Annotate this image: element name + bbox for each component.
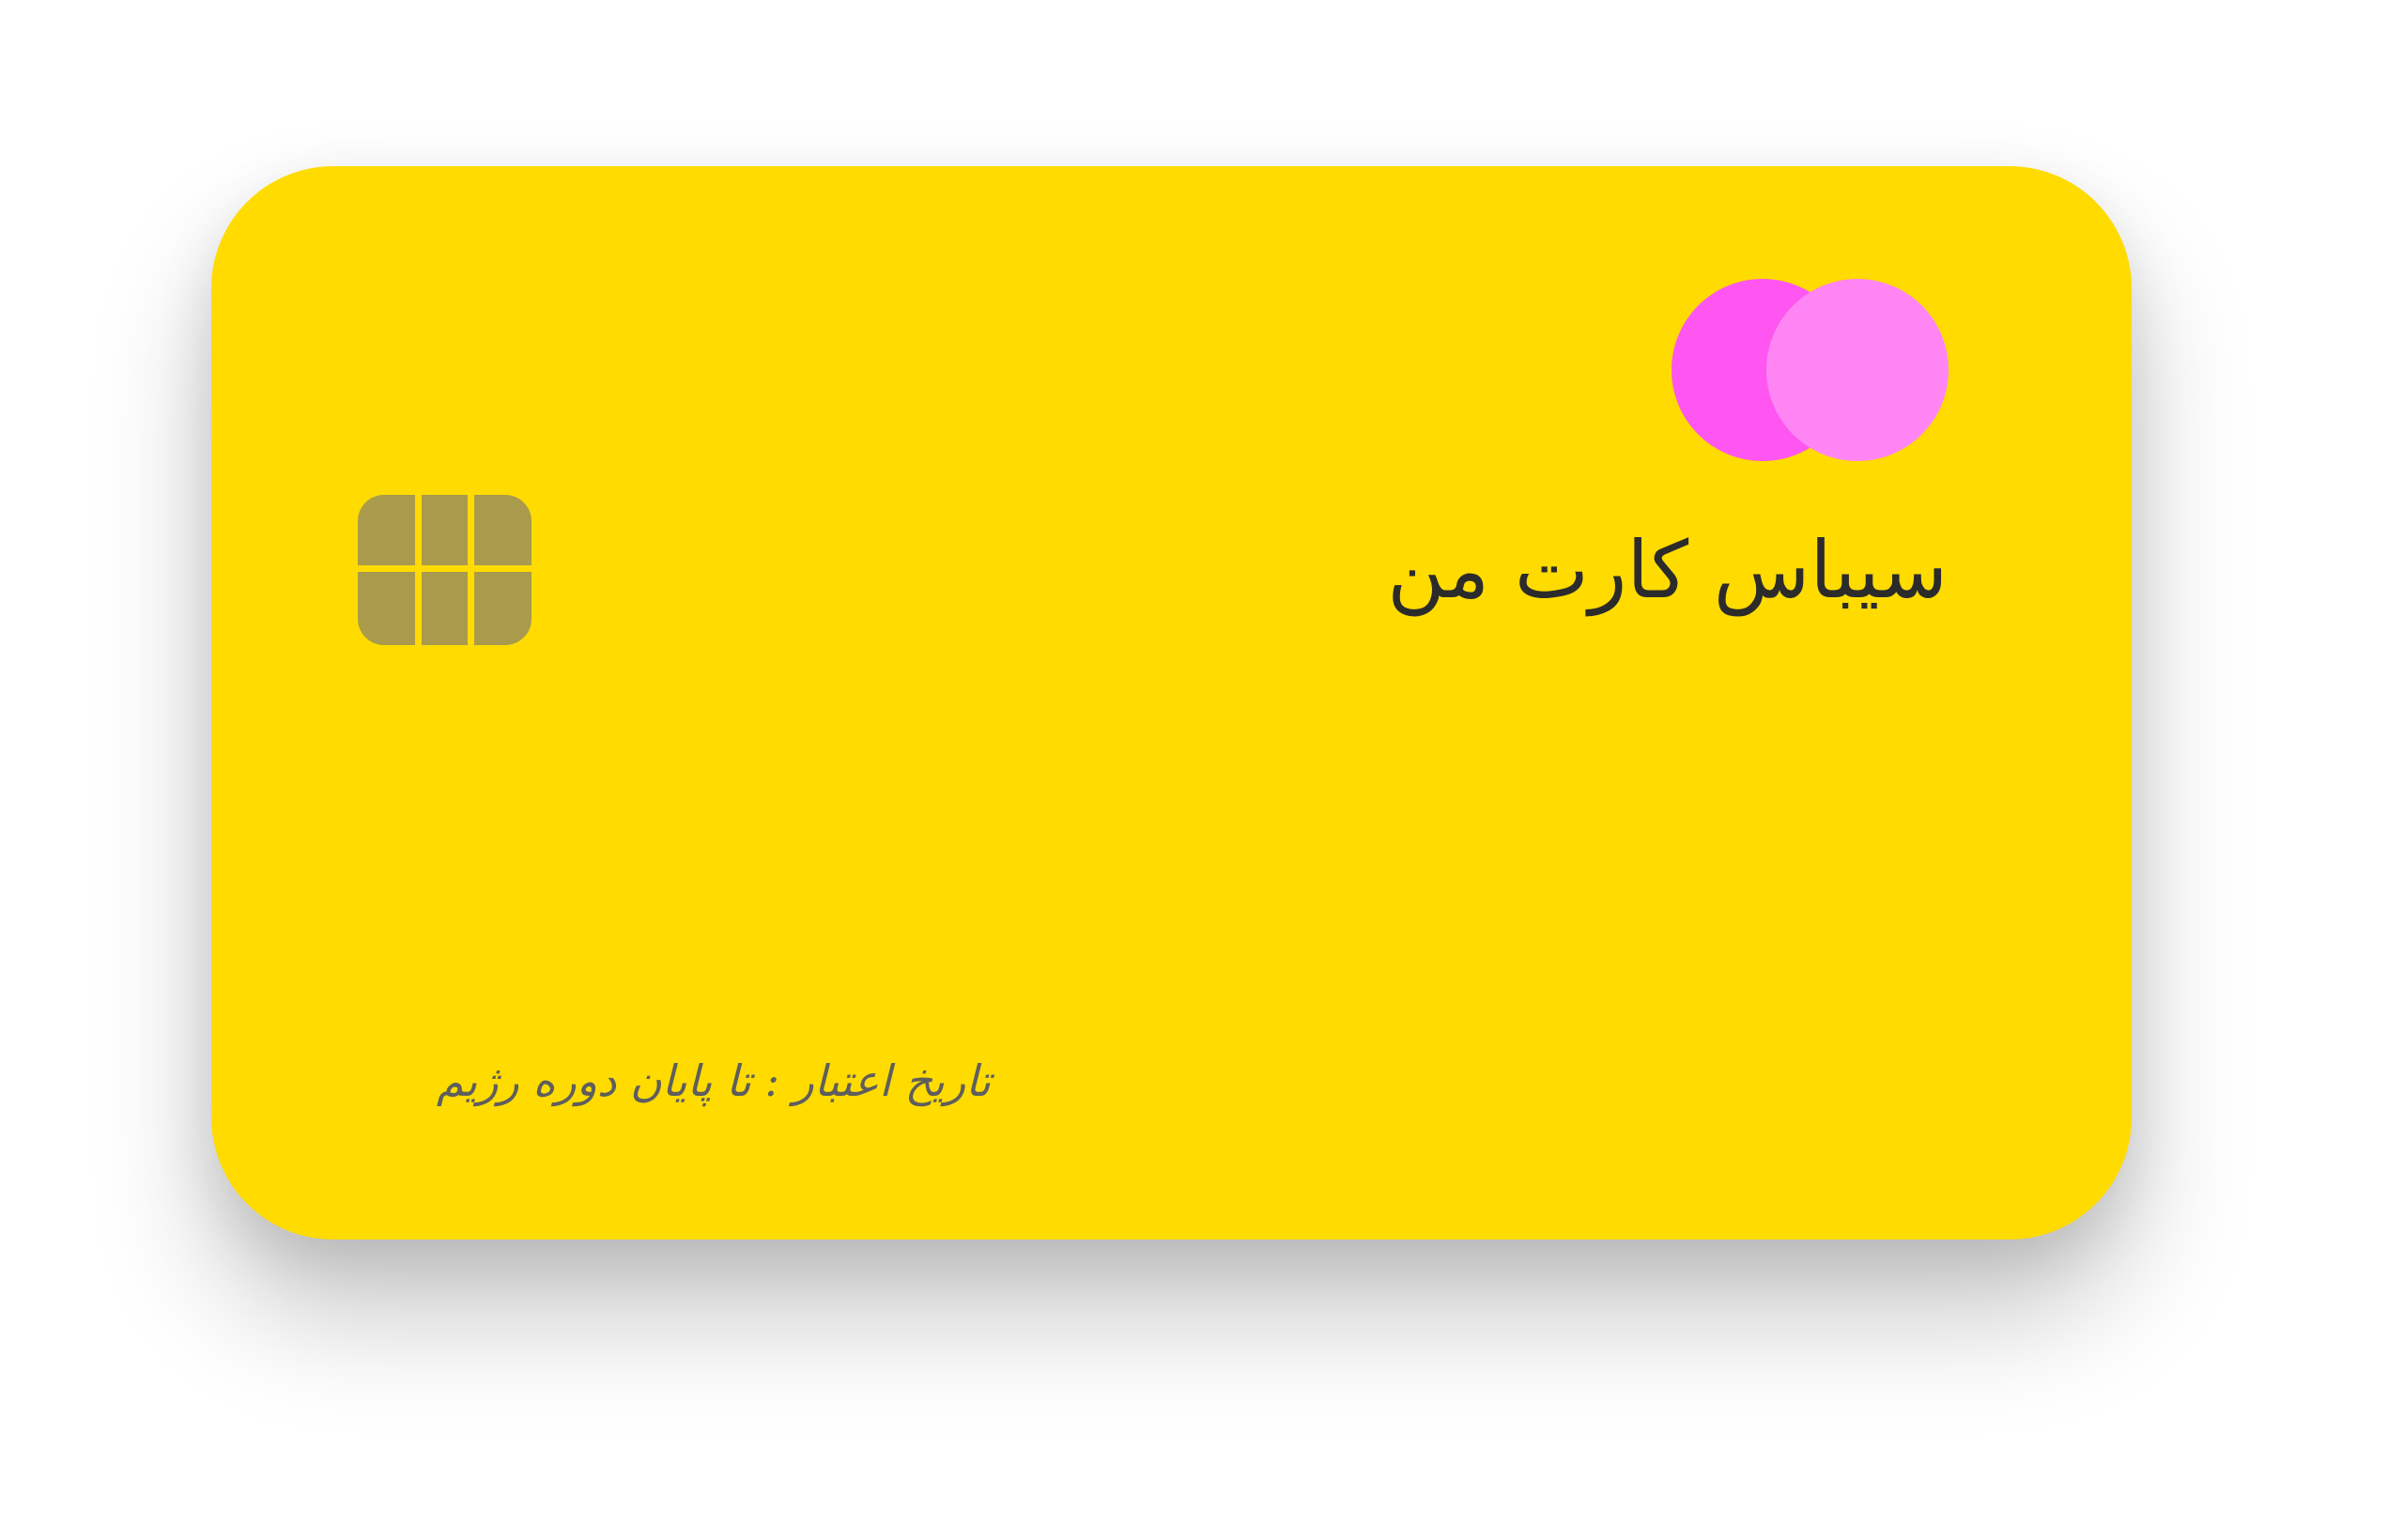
expiry-text: تاریخ اعتبار : تا پایان دوره رژیم <box>436 1055 991 1106</box>
loyalty-card[interactable]: سیباس کارت من تاریخ اعتبار : تا پایان دو… <box>211 166 2132 1240</box>
card-title: سیباس کارت من <box>1387 524 1948 616</box>
stage: سیباس کارت من تاریخ اعتبار : تا پایان دو… <box>0 0 2388 1540</box>
brand-logo-icon <box>1672 279 1949 461</box>
chip-icon <box>358 495 532 645</box>
brand-logo-right-circle <box>1766 279 1949 461</box>
chip-divider-horizontal <box>358 565 532 572</box>
